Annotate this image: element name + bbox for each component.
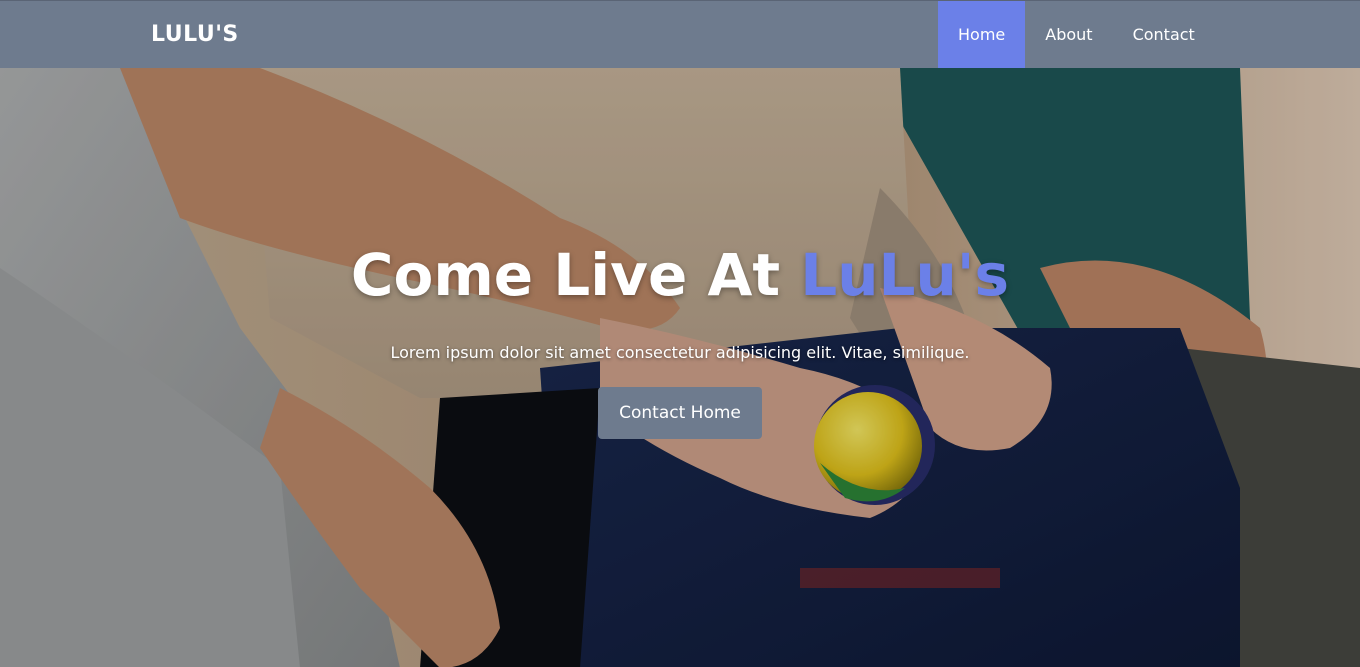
nav-link-about[interactable]: About [1025, 1, 1112, 68]
hero-title-main: Come Live At [350, 241, 801, 309]
brand-logo[interactable]: LULU'S [151, 21, 239, 49]
contact-home-button[interactable]: Contact Home [598, 387, 762, 439]
hero-subtitle: Lorem ipsum dolor sit amet consectetur a… [390, 343, 970, 362]
hero-title-accent: LuLu's [800, 241, 1010, 309]
hero-content: Come Live At LuLu's Lorem ipsum dolor si… [0, 68, 1360, 667]
nav-link-contact[interactable]: Contact [1113, 1, 1215, 68]
hero-section: Come Live At LuLu's Lorem ipsum dolor si… [0, 68, 1360, 667]
nav-links: Home About Contact [938, 1, 1215, 68]
nav-link-home[interactable]: Home [938, 1, 1026, 68]
hero-title: Come Live At LuLu's [0, 240, 1360, 310]
top-navbar: LULU'S Home About Contact [0, 0, 1360, 68]
